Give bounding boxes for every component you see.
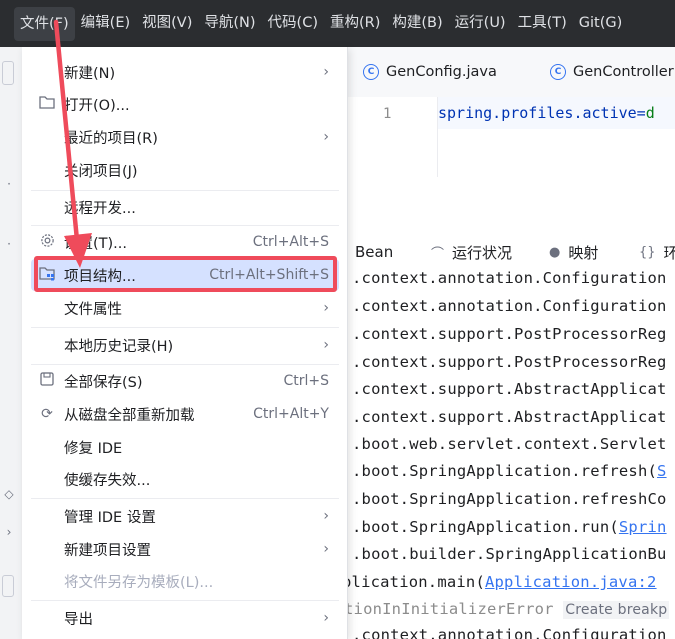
tab-label: GenController (573, 64, 674, 80)
braces-icon: {} (639, 244, 656, 260)
chevron-right-icon: › (323, 610, 329, 626)
console-line: .boot.SpringApplication.run(Sprin (352, 518, 667, 536)
tab-gencontroller[interactable]: C GenController (550, 47, 674, 97)
code-line[interactable]: spring.profiles.active=d (438, 104, 655, 122)
menu-edit[interactable]: 编辑(E) (75, 0, 136, 47)
tab-label: 映射 (568, 243, 599, 262)
console-text: plication.main( (344, 573, 485, 591)
console-line: .boot.builder.SpringApplicationBu (352, 545, 667, 563)
console-line: .context.support.AbstractApplicat (352, 408, 667, 426)
menu-tools[interactable]: 工具(T) (512, 0, 573, 47)
tab-label: Bean (355, 243, 394, 261)
menu-navigate[interactable]: 导航(N) (198, 0, 261, 47)
menu-item-remote-dev[interactable]: 远程开发... (31, 191, 339, 223)
chevron-right-icon: › (323, 508, 329, 524)
menu-item-reload-all[interactable]: ⟳ 从磁盘全部重新加载 Ctrl+Alt+Y (31, 398, 339, 430)
class-icon: C (363, 64, 379, 80)
console-text: .boot.SpringApplication.refresh( (352, 462, 658, 480)
menu-item-open[interactable]: 打开(O)... (31, 88, 339, 120)
menu-run[interactable]: 运行(U) (449, 0, 512, 47)
menu-build[interactable]: 构建(B) (386, 0, 448, 47)
console-line: .context.support.PostProcessorReg (352, 325, 667, 343)
chevron-right-icon: › (323, 541, 329, 557)
console-line: tionInInitializerError Create breakp (344, 600, 670, 619)
console-line: .context.support.AbstractApplicat (352, 380, 667, 398)
editor-gutter (347, 97, 438, 177)
menu-item-manage-ide-settings[interactable]: 管理 IDE 设置 › (31, 500, 339, 532)
code-text: spring.profiles.active= (438, 104, 646, 122)
menu-item-new[interactable]: 新建(N) › (31, 56, 339, 88)
console-line: .boot.SpringApplication.refresh(S (352, 462, 667, 480)
menu-git[interactable]: Git(G) (573, 0, 629, 47)
folder-icon (37, 95, 57, 113)
line-number: 1 (383, 106, 392, 122)
main-menubar: 文件(F) 编辑(E) 视图(V) 导航(N) 代码(C) 重构(R) 构建(B… (0, 0, 675, 47)
menu-item-save-as-template: 将文件另存为模板(L)... (64, 574, 214, 591)
mapping-icon: ● (549, 244, 561, 260)
menu-item-close-project[interactable]: 关闭项目(J) (31, 154, 339, 186)
menu-separator (31, 498, 339, 499)
menu-item-invalidate-caches[interactable]: 使缓存失效... (31, 463, 339, 495)
source-link[interactable]: Application.java:2 (485, 573, 657, 591)
chevron-right-icon: › (323, 300, 329, 316)
annotation-highlight-box (34, 256, 337, 292)
tab-label: 运行状况 (452, 243, 513, 262)
source-link[interactable]: Sprin (619, 518, 667, 536)
console-text: tionInInitializerError (344, 600, 554, 618)
menu-item-repair-ide[interactable]: 修复 IDE (31, 431, 339, 463)
gear-icon (37, 233, 57, 252)
class-icon: C (550, 64, 566, 80)
console-line: .context.annotation.Configuration (352, 626, 667, 639)
reload-icon: ⟳ (41, 406, 53, 422)
menu-refactor[interactable]: 重构(R) (324, 0, 386, 47)
menu-item-export[interactable]: 导出 › (31, 602, 339, 634)
run-console[interactable]: .context.annotation.Configuration .conte… (344, 264, 675, 639)
console-line: .boot.SpringApplication.refreshCo (352, 490, 667, 508)
console-line: plication.main(Application.java:2 (344, 573, 657, 591)
console-line: .context.annotation.Configuration (352, 269, 667, 287)
tab-label: 环 (663, 243, 675, 262)
menu-separator (31, 600, 339, 601)
chevron-right-icon: › (323, 64, 329, 80)
structure-tool-icon[interactable]: · (2, 237, 16, 251)
menu-view[interactable]: 视图(V) (136, 0, 198, 47)
left-tool-strip: · · ◇ › (0, 47, 23, 639)
menu-file[interactable]: 文件(F) (14, 6, 75, 41)
source-link[interactable]: S (657, 462, 667, 480)
terminal-tool-icon[interactable] (2, 575, 14, 597)
menu-code[interactable]: 代码(C) (262, 0, 324, 47)
menu-item-new-project-setup[interactable]: 新建项目设置 › (31, 533, 339, 565)
editor-tab-bar: C GenConfig.java C GenController (347, 47, 675, 98)
console-line: .boot.web.servlet.context.Servlet (352, 435, 667, 453)
tab-genconfig[interactable]: C GenConfig.java (363, 47, 497, 97)
tab-label: GenConfig.java (386, 64, 497, 80)
save-icon (37, 372, 57, 390)
file-menu-dropdown: 新建(N) › 打开(O)... 最近的项目(R) › 关闭项目(J) 远程开发… (22, 47, 348, 639)
shortcut-label: Ctrl+Alt+Y (253, 406, 329, 422)
shortcut-label: Ctrl+S (283, 373, 329, 389)
console-line: .context.support.PostProcessorReg (352, 353, 667, 371)
menu-item-save-all[interactable]: 全部保存(S) Ctrl+S (31, 365, 339, 397)
menu-item-recent-projects[interactable]: 最近的项目(R) › (31, 121, 339, 153)
menu-separator (31, 327, 339, 328)
code-value: d (645, 104, 655, 122)
menu-item-file-properties[interactable]: 文件属性 › (31, 292, 339, 324)
menu-item-settings[interactable]: 设置(T)... Ctrl+Alt+S (31, 226, 339, 258)
console-line: .context.annotation.Configuration (352, 297, 667, 315)
chevron-right-icon: › (323, 337, 329, 353)
app-logo (0, 0, 14, 47)
create-breakpoint-hint[interactable]: Create breakp (563, 601, 670, 619)
services-tool-icon[interactable]: ◇ (2, 487, 16, 501)
project-tool-icon[interactable] (2, 61, 14, 85)
menu-item-local-history[interactable]: 本地历史记录(H) › (31, 329, 339, 361)
chevron-right-icon: › (323, 129, 329, 145)
health-icon: ⌒ (431, 246, 445, 262)
commit-tool-icon[interactable]: · (2, 177, 16, 191)
git-tool-icon[interactable]: › (2, 525, 16, 539)
console-text: .boot.SpringApplication.run( (352, 518, 619, 536)
shortcut-label: Ctrl+Alt+S (252, 234, 329, 250)
